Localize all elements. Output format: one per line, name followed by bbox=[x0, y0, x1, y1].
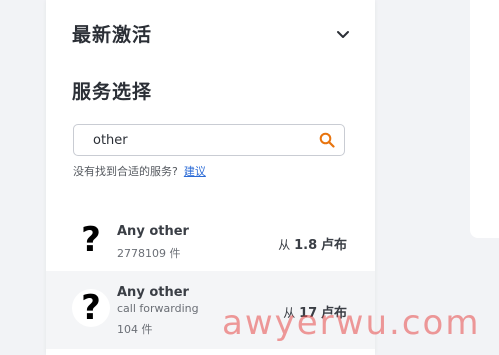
price-unit: 卢布 bbox=[320, 306, 347, 321]
side-card bbox=[470, 0, 499, 238]
service-subtitle: call forwarding bbox=[117, 302, 199, 315]
suggest-link[interactable]: 建议 bbox=[184, 165, 206, 178]
search-icon[interactable] bbox=[319, 132, 335, 148]
recent-activations-title: 最新激活 bbox=[72, 24, 153, 46]
price-prefix: 从 bbox=[283, 306, 296, 320]
service-search-box[interactable] bbox=[73, 124, 345, 156]
question-mark-icon: ? bbox=[72, 288, 110, 328]
chevron-down-icon[interactable] bbox=[335, 26, 351, 42]
service-name: Any other bbox=[117, 285, 189, 300]
price-unit: 卢布 bbox=[320, 238, 347, 253]
price-value: 1.8 bbox=[294, 238, 318, 253]
service-row-any-other-call-forwarding[interactable]: ? Any other call forwarding 104 件 从 17 卢… bbox=[46, 271, 375, 349]
service-name: Any other bbox=[117, 224, 189, 239]
not-found-hint: 没有找到合适的服务? 建议 bbox=[73, 163, 206, 179]
not-found-text: 没有找到合适的服务? bbox=[73, 165, 178, 178]
service-panel: 最新激活 服务选择 没有找到合适的服务? 建议 ? Any other 27781… bbox=[46, 0, 375, 355]
service-price: 从 17 卢布 bbox=[283, 302, 347, 321]
service-select-header: 服务选择 bbox=[72, 77, 351, 104]
price-value: 17 bbox=[299, 306, 318, 321]
service-count: 104 件 bbox=[117, 323, 153, 336]
service-select-title: 服务选择 bbox=[72, 81, 153, 103]
service-count: 2778109 件 bbox=[117, 247, 181, 260]
recent-activations-header[interactable]: 最新激活 bbox=[72, 20, 351, 47]
service-search-input[interactable] bbox=[93, 130, 303, 150]
price-prefix: 从 bbox=[278, 238, 291, 252]
service-row-any-other[interactable]: ? Any other 2778109 件 从 1.8 卢布 bbox=[46, 209, 375, 271]
page: 最新激活 服务选择 没有找到合适的服务? 建议 ? Any other 27781… bbox=[0, 0, 499, 355]
question-mark-icon: ? bbox=[72, 220, 110, 260]
service-price: 从 1.8 卢布 bbox=[278, 234, 347, 253]
